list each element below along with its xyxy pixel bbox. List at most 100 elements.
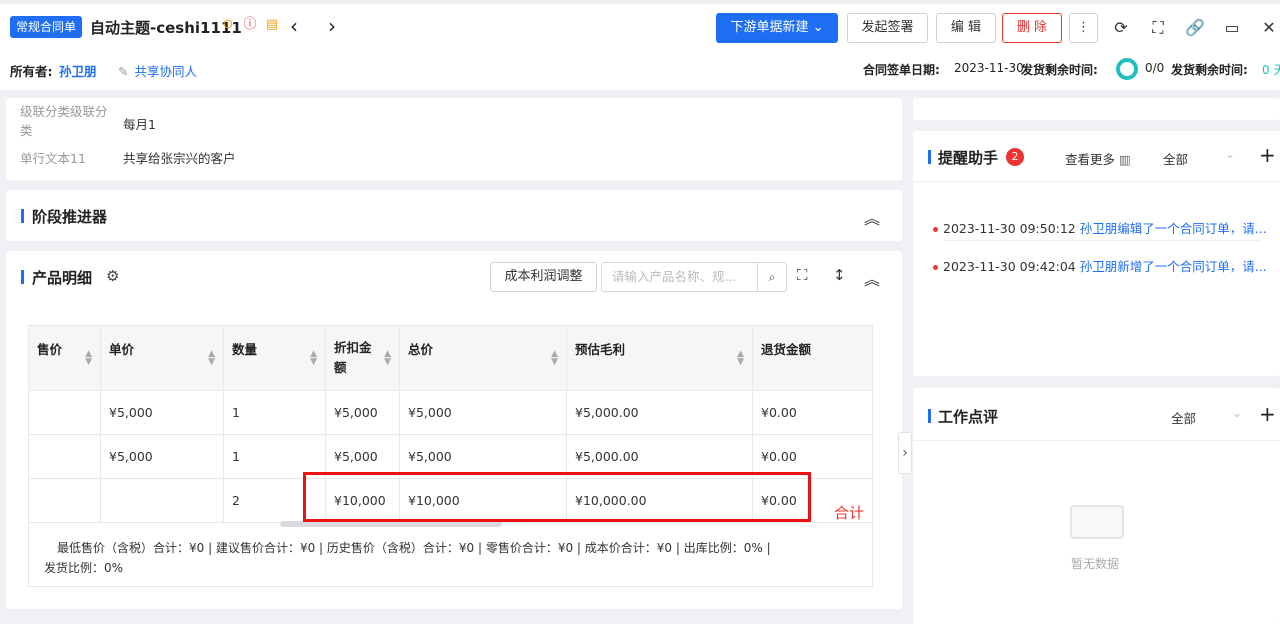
column-header-label: 预估毛利 [575,342,626,357]
view-more-link[interactable]: 查看更多 ▥ [1065,149,1131,168]
column-header[interactable]: 预估毛利 ▲ ▼ [567,326,753,390]
sort-icon[interactable]: ▲ ▼ [208,350,215,367]
column-header-label: 数量 [232,342,258,357]
summary-line-2: 发货比例：0% [44,561,124,575]
reminder-filter-select[interactable]: 全部 [1163,149,1188,168]
share-label: 共享协同人 [134,64,197,79]
view-more-label: 查看更多 [1065,152,1116,167]
sign-button[interactable]: 发起签署 [847,13,928,43]
column-header[interactable]: 数量 ▲ ▼ [224,326,326,390]
bullet-dot-icon [933,265,938,270]
prev-arrow-icon[interactable]: ‹ [290,14,298,38]
collapse-chevron-icon[interactable]: ︽ [864,205,880,229]
table-cell: ¥5,000 [101,391,224,435]
cost-profit-adjust-button[interactable]: 成本利润调整 [490,262,597,292]
downstream-new-button[interactable]: 下游单据新建 ⌄ [716,13,838,43]
table-cell: ¥5,000.00 [567,391,753,435]
chevron-down-icon[interactable]: ⌄ [1232,406,1242,420]
fields-card [6,98,902,180]
delivery-remain-label-2: 发货剩余时间: [1171,63,1248,77]
summary-line-1: 最低售价（含税）合计：¥0 | 建议售价合计：¥0 | 历史售价（含税）合计：¥… [57,541,771,555]
next-arrow-icon[interactable]: › [328,14,336,38]
share-collaborators-link[interactable]: ✎ 共享协同人 [118,61,197,80]
delivery-remain-value: 0 天 [1262,63,1280,77]
owner-label: 所有者: [10,64,53,79]
reminder-title: 提醒助手 [938,149,999,167]
sort-icon[interactable]: ▲ ▼ [551,350,558,367]
table-cell: ¥0.00 [761,405,797,420]
table-cell [29,479,101,523]
section-bar [21,209,24,223]
section-bar [928,150,931,164]
table-cell: ¥5,000 [326,391,400,435]
collapse-chevron-icon[interactable]: ︽ [864,266,880,290]
vertical-resize-icon[interactable]: ↕ [833,266,846,284]
contract-date-value: 2023-11-30 [954,61,1024,75]
bullet-dot-icon [933,227,938,232]
field-label-cascade: 级联分类级联分类 [20,104,108,138]
table-cell [101,479,224,523]
divider [944,240,1260,241]
column-header-label: 售价 [37,342,63,357]
section-bar [21,270,24,284]
sort-icon[interactable]: ▲ ▼ [310,350,317,367]
column-header[interactable]: 单价 ▲ ▼ [101,326,224,390]
alert-circle-icon[interactable]: ⓘ [242,17,258,33]
search-placeholder: 请输入产品名称、规... [612,269,737,284]
sort-icon[interactable]: ▲ ▼ [737,350,744,367]
products-title: 产品明细 [32,269,93,287]
reminder-item[interactable]: 2023-11-30 09:50:12 孙卫朋编辑了一个合同订单，请... [933,218,1267,237]
reminder-item[interactable]: 2023-11-30 09:42:04 孙卫朋新增了一个合同订单，请... [933,256,1267,275]
owner-name-link[interactable]: 孙卫朋 [59,61,97,80]
delivery-remain-label: 发货剩余时间: [1021,63,1098,77]
add-icon[interactable]: + [1259,402,1276,426]
link-icon[interactable]: 🔗 [1185,16,1205,40]
column-header[interactable]: 折扣金额 ▲ ▼ [326,326,400,390]
reminder-link[interactable]: 孙卫朋新增了一个合同订单，请... [1080,259,1267,274]
table-row[interactable]: ¥5,000 1 ¥5,000 ¥5,000 ¥5,000.00 ¥0.00 [29,390,872,435]
clipboard-icon[interactable]: ▤ [264,17,280,33]
column-header[interactable]: 售价 ▲ ▼ [29,326,101,390]
empty-text: 暂无数据 [1071,557,1120,571]
divider [913,440,1280,441]
contract-date-label: 合同签单日期: [863,63,940,77]
sort-icon[interactable]: ▲ ▼ [384,350,391,367]
more-vertical-button[interactable]: ⋮ [1069,13,1098,43]
chevron-down-icon: ⌄ [812,20,824,35]
column-header-label: 单价 [109,342,135,357]
section-bar [928,409,931,423]
edit-button[interactable]: 编 辑 [936,13,996,43]
top-divider [0,0,1280,4]
column-header[interactable]: 总价 ▲ ▼ [400,326,567,390]
reminder-link[interactable]: 孙卫朋编辑了一个合同订单，请... [1080,221,1267,236]
side-panel-toggle[interactable]: › [898,432,912,474]
sort-icon[interactable]: ▲ ▼ [85,350,92,367]
reminder-time: 2023-11-30 09:42:04 [943,259,1076,274]
expand-icon[interactable]: ⛶ [797,266,808,284]
divider [913,181,1280,182]
delete-button[interactable]: 删 除 [1002,13,1062,43]
right-top-card [913,98,1280,120]
field-value-cascade: 每月1 [123,117,156,132]
monitor-icon[interactable]: ▭ [1222,16,1242,40]
field-label-text11: 单行文本11 [20,151,86,166]
product-search-input[interactable]: 请输入产品名称、规... ⌕ [601,262,787,292]
field-value-text11: 共享给张宗兴的客户 [123,151,236,166]
add-icon[interactable]: + [1259,143,1276,167]
play-circle-icon[interactable]: ⊙ [220,17,236,33]
fullscreen-icon[interactable]: ⛶ [1148,16,1168,40]
close-icon[interactable]: ✕ [1259,16,1279,40]
table-cell: ¥5,000 [400,391,567,435]
column-header[interactable]: 退货金额 [753,326,872,390]
settings-gear-icon[interactable]: ⚙ [106,267,119,285]
stage-card [6,190,902,241]
review-filter-select[interactable]: 全部 [1171,408,1196,427]
chevron-down-icon[interactable]: ⌄ [1225,147,1235,161]
table-cell: ¥5,000 [101,435,224,479]
reminder-time: 2023-11-30 09:50:12 [943,221,1076,236]
summary-totals: 最低售价（含税）合计：¥0 | 建议售价合计：¥0 | 历史售价（含税）合计：¥… [28,538,873,578]
refresh-icon[interactable]: ⟳ [1111,16,1131,40]
reminder-count-badge: 2 [1006,148,1024,166]
column-header-label: 退货金额 [761,342,812,357]
search-icon[interactable]: ⌕ [757,263,786,291]
